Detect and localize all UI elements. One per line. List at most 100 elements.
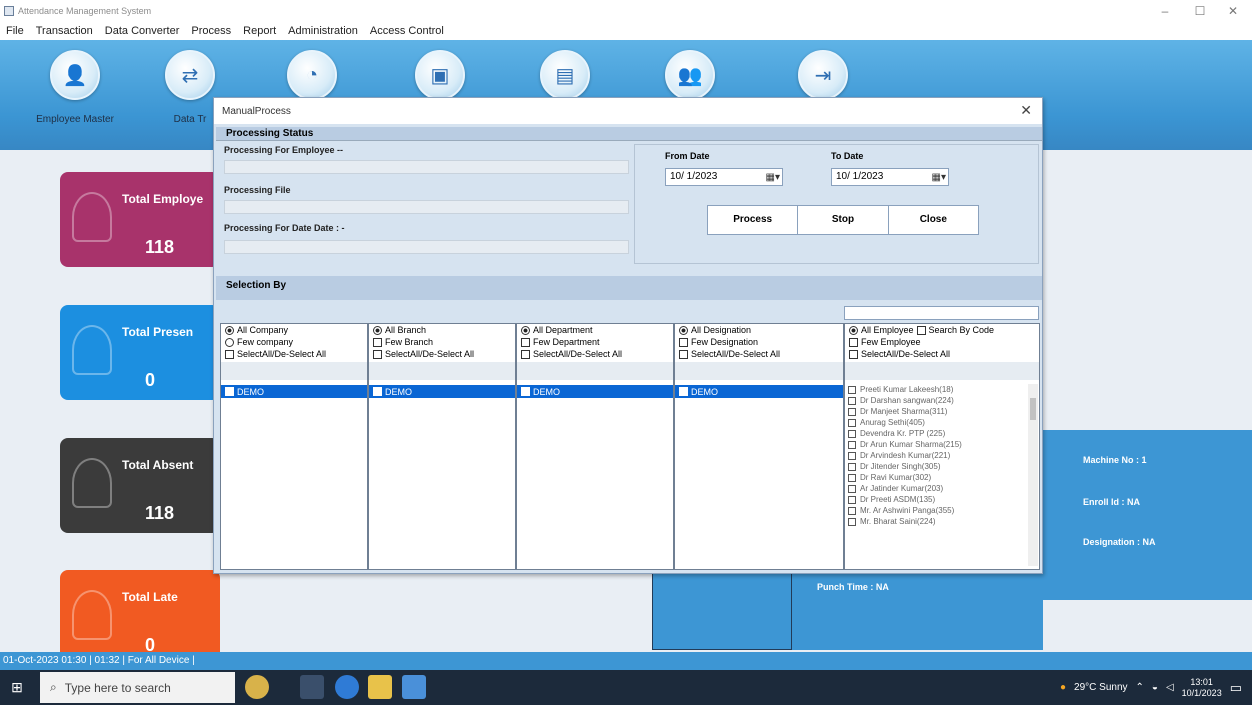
weather-text[interactable]: 29°C Sunny [1074, 682, 1127, 693]
late-card-icon [72, 590, 112, 640]
select-all-department-checkbox[interactable]: SelectAll/De-Select All [517, 348, 673, 360]
menu-transaction[interactable]: Transaction [30, 25, 99, 37]
list-item[interactable]: DEMO [369, 385, 515, 398]
few-designation-radio[interactable]: Few Designation [675, 336, 843, 348]
clock-time: 13:01 [1190, 676, 1213, 687]
cortana-icon[interactable] [245, 675, 269, 699]
weather-icon[interactable]: ● [1060, 682, 1066, 693]
document-button[interactable]: ▤ [525, 50, 605, 100]
employee-icon: 👤 [62, 64, 88, 87]
total-present-card[interactable]: Total Presen 0 [60, 305, 220, 400]
employee-list-scrollbar[interactable] [1028, 384, 1038, 566]
speaker-icon[interactable]: ◁ [1166, 682, 1174, 693]
tray-chevron-icon[interactable]: ⌃ [1136, 682, 1144, 693]
all-employee-radio[interactable]: All Employee Search By Code [845, 324, 1039, 336]
list-item-label: DEMO [385, 386, 412, 397]
card-title: Total Employe [122, 192, 204, 206]
from-date-picker[interactable]: 10/ 1/2023 ▦▾ [665, 168, 783, 186]
notification-icon[interactable]: ▭ [1230, 680, 1242, 696]
list-item[interactable]: DEMO [675, 385, 843, 398]
device-button[interactable]: ▣ [400, 50, 480, 100]
ribbon-label: Employee Master [36, 114, 114, 125]
list-item[interactable]: Dr Jitender Singh(305) [848, 461, 1023, 472]
list-item[interactable]: DEMO [221, 385, 367, 398]
select-all-designation-checkbox[interactable]: SelectAll/De-Select All [675, 348, 843, 360]
dialog-close-icon[interactable]: ✕ [1020, 102, 1032, 119]
photo-frame [652, 572, 792, 650]
users-button[interactable]: 👥 [650, 50, 730, 100]
list-item[interactable]: Dr Manjeet Sharma(311) [848, 406, 1023, 417]
employee-name: Mr. Ar Ashwini Panga(355) [860, 506, 955, 515]
list-item[interactable]: Dr Preeti ASDM(135) [848, 494, 1023, 505]
menu-administration[interactable]: Administration [282, 25, 364, 37]
menu-process[interactable]: Process [185, 25, 237, 37]
task-view-icon[interactable] [300, 675, 324, 699]
menu-data-converter[interactable]: Data Converter [99, 25, 186, 37]
file-explorer-icon[interactable] [368, 675, 392, 699]
list-item[interactable]: Dr Arvindesh Kumar(221) [848, 450, 1023, 461]
close-window-button[interactable]: ✕ [1218, 2, 1248, 20]
list-item[interactable]: Mr. Bharat Saini(224) [848, 516, 1023, 527]
from-date-value: 10/ 1/2023 [670, 171, 718, 182]
employee-search-input[interactable] [844, 306, 1039, 320]
calendar-icon[interactable]: ▦▾ [766, 170, 780, 186]
list-item[interactable]: Preeti Kumar Lakeesh(18) [848, 384, 1023, 395]
list-item[interactable]: DEMO [517, 385, 673, 398]
report-chart-button[interactable]: ◔ [272, 50, 352, 100]
card-value: 0 [145, 370, 156, 390]
all-department-radio[interactable]: All Department [517, 324, 673, 336]
list-item[interactable]: Dr Ravi Kumar(302) [848, 472, 1023, 483]
search-by-code-checkbox[interactable] [916, 325, 926, 335]
processing-file-label: Processing File [224, 185, 291, 195]
scrollbar-thumb[interactable] [1030, 398, 1036, 420]
total-employee-card[interactable]: Total Employe 118 [60, 172, 220, 267]
all-branch-radio[interactable]: All Branch [369, 324, 515, 336]
manual-process-dialog: ManualProcess ✕ Processing Status Proces… [213, 97, 1043, 574]
list-item[interactable]: Mr. Ar Ashwini Panga(355) [848, 505, 1023, 516]
clock[interactable]: 13:01 10/1/2023 [1182, 677, 1222, 699]
attendance-app-icon[interactable] [402, 675, 426, 699]
close-button[interactable]: Close [889, 206, 978, 234]
menu-access-control[interactable]: Access Control [364, 25, 450, 37]
process-button[interactable]: Process [708, 206, 799, 234]
all-designation-radio[interactable]: All Designation [675, 324, 843, 336]
total-absent-card[interactable]: Total Absent 118 [60, 438, 220, 533]
clock-date: 10/1/2023 [1181, 687, 1222, 698]
list-item[interactable]: Devendra Kr. PTP (225) [848, 428, 1023, 439]
all-company-radio[interactable]: All Company [221, 324, 367, 336]
windows-start-icon[interactable]: ⊞ [0, 670, 34, 705]
calendar-icon[interactable]: ▦▾ [932, 170, 946, 186]
option-label: All Company [237, 325, 289, 335]
select-all-company-checkbox[interactable]: SelectAll/De-Select All [221, 348, 367, 360]
select-all-employee-checkbox[interactable]: SelectAll/De-Select All [845, 348, 1039, 360]
employee-name: Dr Ravi Kumar(302) [860, 473, 932, 482]
to-date-picker[interactable]: 10/ 1/2023 ▦▾ [831, 168, 949, 186]
network-icon[interactable]: ◒ [1152, 682, 1158, 693]
menu-report[interactable]: Report [237, 25, 282, 37]
total-late-card[interactable]: Total Late 0 [60, 570, 220, 655]
menu-file[interactable]: File [0, 25, 30, 37]
column-strip [675, 362, 843, 380]
company-column: All Company Few company SelectAll/De-Sel… [220, 323, 368, 570]
exit-button[interactable]: ⇥ [783, 50, 863, 100]
enroll-id-label: Enroll Id : NA [1083, 497, 1140, 507]
list-item[interactable]: Anurag Sethi(405) [848, 417, 1023, 428]
select-all-branch-checkbox[interactable]: SelectAll/De-Select All [369, 348, 515, 360]
list-item-label: DEMO [533, 386, 560, 397]
employee-master-button[interactable]: 👤 Employee Master [35, 50, 115, 125]
few-department-radio[interactable]: Few Department [517, 336, 673, 348]
few-branch-radio[interactable]: Few Branch [369, 336, 515, 348]
maximize-button[interactable]: ☐ [1185, 2, 1215, 20]
list-item[interactable]: Dr Arun Kumar Sharma(215) [848, 439, 1023, 450]
minimize-button[interactable]: – [1150, 2, 1180, 20]
stop-button[interactable]: Stop [798, 206, 889, 234]
few-employee-radio[interactable]: Few Employee [845, 336, 1039, 348]
list-item[interactable]: Ar Jatinder Kumar(203) [848, 483, 1023, 494]
dialog-titlebar: ManualProcess ✕ [214, 98, 1042, 124]
status-bar: 01-Oct-2023 01:30 | 01:32 | For All Devi… [0, 652, 1252, 670]
list-item[interactable]: Dr Darshan sangwan(224) [848, 395, 1023, 406]
taskbar-search-box[interactable]: ⌕ Type here to search [40, 672, 235, 703]
few-company-radio[interactable]: Few company [221, 336, 367, 348]
browser-icon[interactable] [335, 675, 359, 699]
report-chart-icon: ◔ [305, 63, 319, 86]
